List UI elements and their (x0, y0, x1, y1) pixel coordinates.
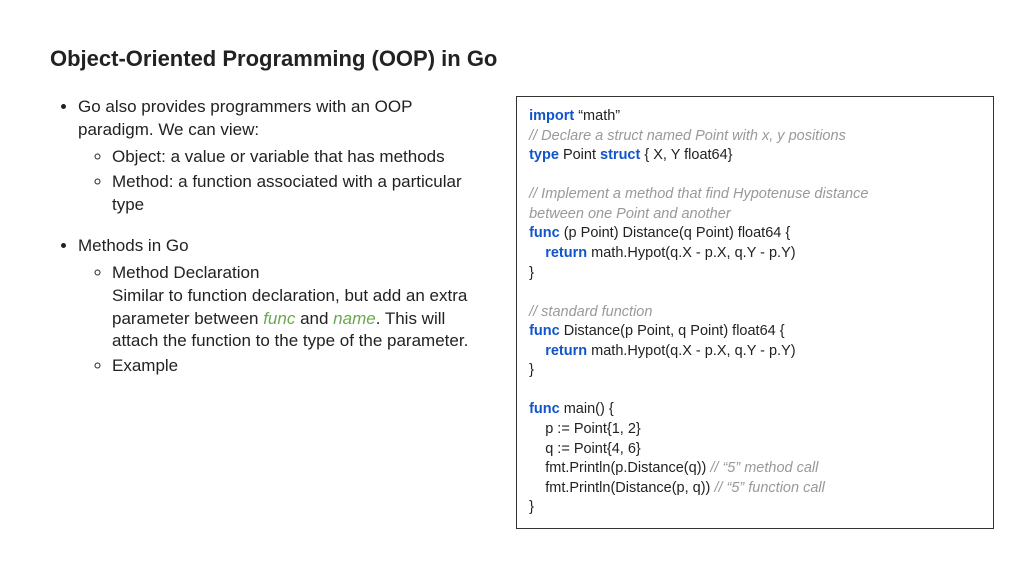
comment: // “5” method call (710, 460, 818, 476)
code-text: “math” (574, 108, 620, 124)
code-text (529, 245, 545, 261)
bullet-list: Go also provides programmers with an OOP… (50, 96, 492, 378)
sub-list: Object: a value or variable that has met… (78, 146, 492, 217)
keyword-func: func (263, 309, 295, 328)
code-text: { X, Y float64} (640, 147, 732, 163)
code-text (529, 343, 545, 359)
list-item: Example (112, 355, 492, 378)
code-text: p := Point{1, 2} (529, 421, 641, 437)
comment: // Declare a struct named Point with x, … (529, 128, 846, 144)
keyword: func (529, 225, 560, 241)
code-text: q := Point{4, 6} (529, 441, 641, 457)
keyword: func (529, 401, 560, 417)
code-text: math.Hypot(q.X - p.X, q.Y - p.Y) (587, 343, 795, 359)
code-text: fmt.Println(Distance(p, q)) (529, 480, 714, 496)
code-text: } (529, 265, 534, 281)
sub-head: Method Declaration (112, 263, 259, 282)
keyword: return (545, 245, 587, 261)
bullet-text: Methods in Go (78, 236, 189, 255)
comment: // “5” function call (714, 480, 824, 496)
keyword: import (529, 108, 574, 124)
sub-list: Method Declaration Similar to function d… (78, 262, 492, 379)
code-text: main() { (560, 401, 614, 417)
list-item: Go also provides programmers with an OOP… (78, 96, 492, 217)
code-text: Point (559, 147, 600, 163)
keyword-name: name (333, 309, 376, 328)
keyword: func (529, 323, 560, 339)
code-text: } (529, 499, 534, 515)
keyword: return (545, 343, 587, 359)
sub-text: and (295, 309, 333, 328)
content-columns: Go also provides programmers with an OOP… (50, 96, 994, 529)
code-block: import “math” // Declare a struct named … (516, 96, 994, 529)
comment: between one Point and another (529, 206, 731, 222)
bullet-text: Go also provides programmers with an OOP… (78, 97, 412, 139)
keyword: struct (600, 147, 640, 163)
code-text: Distance(p Point, q Point) float64 { (560, 323, 785, 339)
code-text: fmt.Println(p.Distance(q)) (529, 460, 710, 476)
slide-title: Object-Oriented Programming (OOP) in Go (50, 46, 994, 72)
code-text: math.Hypot(q.X - p.X, q.Y - p.Y) (587, 245, 795, 261)
comment: // Implement a method that find Hypotenu… (529, 186, 868, 202)
slide: Object-Oriented Programming (OOP) in Go … (0, 0, 1024, 576)
list-item: Method Declaration Similar to function d… (112, 262, 492, 354)
list-item: Method: a function associated with a par… (112, 171, 492, 217)
keyword: type (529, 147, 559, 163)
list-item: Object: a value or variable that has met… (112, 146, 492, 169)
left-column: Go also provides programmers with an OOP… (50, 96, 492, 396)
comment: // standard function (529, 304, 652, 320)
code-text: } (529, 362, 534, 378)
code-text: (p Point) Distance(q Point) float64 { (560, 225, 791, 241)
list-item: Methods in Go Method Declaration Similar… (78, 235, 492, 379)
